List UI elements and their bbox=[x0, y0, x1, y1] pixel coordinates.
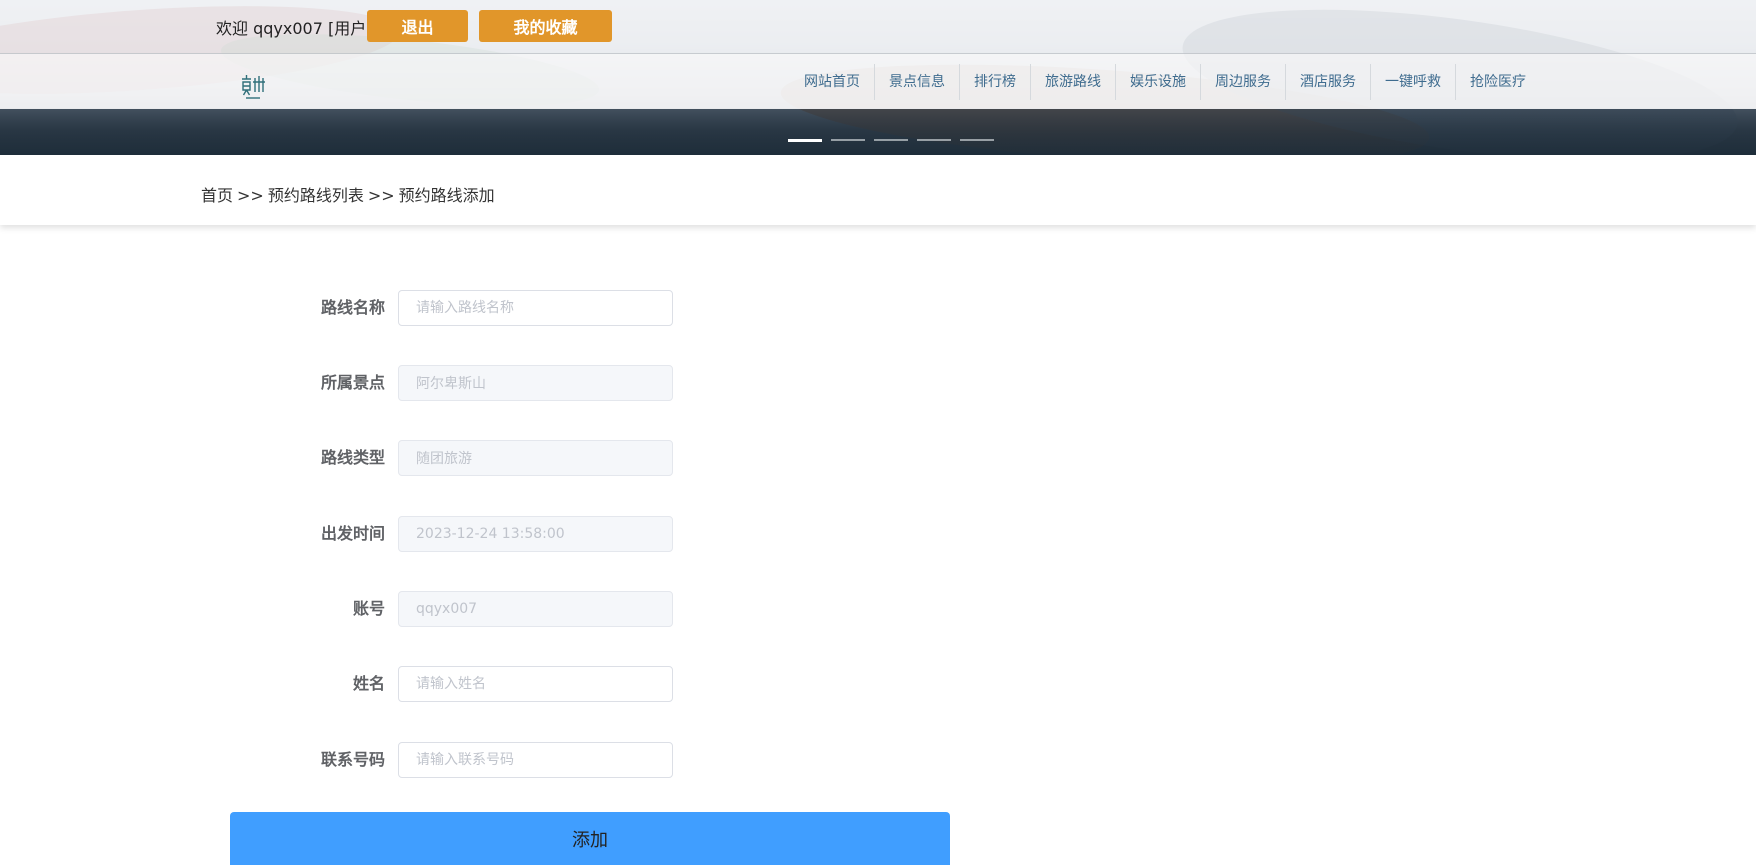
carousel-dot[interactable] bbox=[917, 139, 951, 141]
breadcrumb-separator: >> bbox=[367, 186, 395, 205]
carousel-dot[interactable] bbox=[788, 139, 822, 142]
nav-item-rankings[interactable]: 排行榜 bbox=[960, 64, 1031, 100]
nav-item-scenic-spots[interactable]: 景点信息 bbox=[875, 64, 960, 100]
scenic-spot-label: 所属景点 bbox=[320, 373, 385, 392]
nav-item-nearby-services[interactable]: 周边服务 bbox=[1201, 64, 1286, 100]
nav-item-entertainment[interactable]: 娱乐设施 bbox=[1116, 64, 1201, 100]
route-type-field bbox=[398, 440, 673, 476]
user-bar: 欢迎 qqyx007 [用户] 退出 我的收藏 bbox=[0, 0, 1756, 54]
nav-item-home[interactable]: 网站首页 bbox=[790, 64, 875, 100]
route-name-label: 路线名称 bbox=[320, 298, 385, 317]
name-label: 姓名 bbox=[352, 674, 385, 693]
phone-input[interactable] bbox=[398, 742, 673, 778]
form-row-departure-time: 出发时间 bbox=[0, 516, 700, 552]
breadcrumb: 首页 >> 预约路线列表 >> 预约路线添加 bbox=[201, 182, 495, 206]
form-row-scenic-spot: 所属景点 bbox=[0, 365, 700, 401]
main-navbar: 网站首页 景点信息 排行榜 旅游路线 娱乐设施 周边服务 酒店服务 一键呼救 抢… bbox=[0, 54, 1756, 109]
form-row-route-type: 路线类型 bbox=[0, 440, 700, 476]
nav-item-travel-routes[interactable]: 旅游路线 bbox=[1031, 64, 1116, 100]
phone-label: 联系号码 bbox=[320, 750, 385, 769]
breadcrumb-route-list[interactable]: 预约路线列表 bbox=[268, 186, 364, 205]
departure-time-field bbox=[398, 516, 673, 552]
form-row-phone: 联系号码 bbox=[0, 742, 700, 778]
logout-button[interactable]: 退出 bbox=[367, 10, 468, 42]
breadcrumb-bar: 首页 >> 预约路线列表 >> 预约路线添加 bbox=[0, 155, 1756, 225]
add-button[interactable]: 添加 bbox=[230, 812, 950, 865]
carousel-dot[interactable] bbox=[831, 139, 865, 141]
form-row-name: 姓名 bbox=[0, 666, 700, 702]
breadcrumb-separator: >> bbox=[237, 186, 264, 205]
form-row-account: 账号 bbox=[0, 591, 700, 627]
account-field bbox=[398, 591, 673, 627]
nav-item-rescue-medical[interactable]: 抢险医疗 bbox=[1456, 64, 1540, 100]
scenic-spot-field bbox=[398, 365, 673, 401]
carousel-indicators bbox=[788, 139, 994, 142]
nav-menu: 网站首页 景点信息 排行榜 旅游路线 娱乐设施 周边服务 酒店服务 一键呼救 抢… bbox=[790, 64, 1540, 100]
breadcrumb-current: 预约路线添加 bbox=[398, 186, 495, 205]
route-name-input[interactable] bbox=[398, 290, 673, 326]
nav-item-hotel-services[interactable]: 酒店服务 bbox=[1286, 64, 1371, 100]
welcome-text: 欢迎 qqyx007 [用户] bbox=[216, 19, 373, 38]
carousel-dot[interactable] bbox=[874, 139, 908, 141]
account-label: 账号 bbox=[352, 599, 385, 618]
form-row-route-name: 路线名称 bbox=[0, 290, 700, 326]
banner-water bbox=[0, 108, 1756, 155]
departure-time-label: 出发时间 bbox=[320, 524, 385, 543]
site-logo[interactable] bbox=[238, 70, 268, 100]
breadcrumb-home[interactable]: 首页 bbox=[201, 186, 233, 205]
route-type-label: 路线类型 bbox=[320, 448, 385, 467]
name-input[interactable] bbox=[398, 666, 673, 702]
nav-item-emergency-call[interactable]: 一键呼救 bbox=[1371, 64, 1456, 100]
carousel-dot[interactable] bbox=[960, 139, 994, 141]
favorites-button[interactable]: 我的收藏 bbox=[479, 10, 612, 42]
